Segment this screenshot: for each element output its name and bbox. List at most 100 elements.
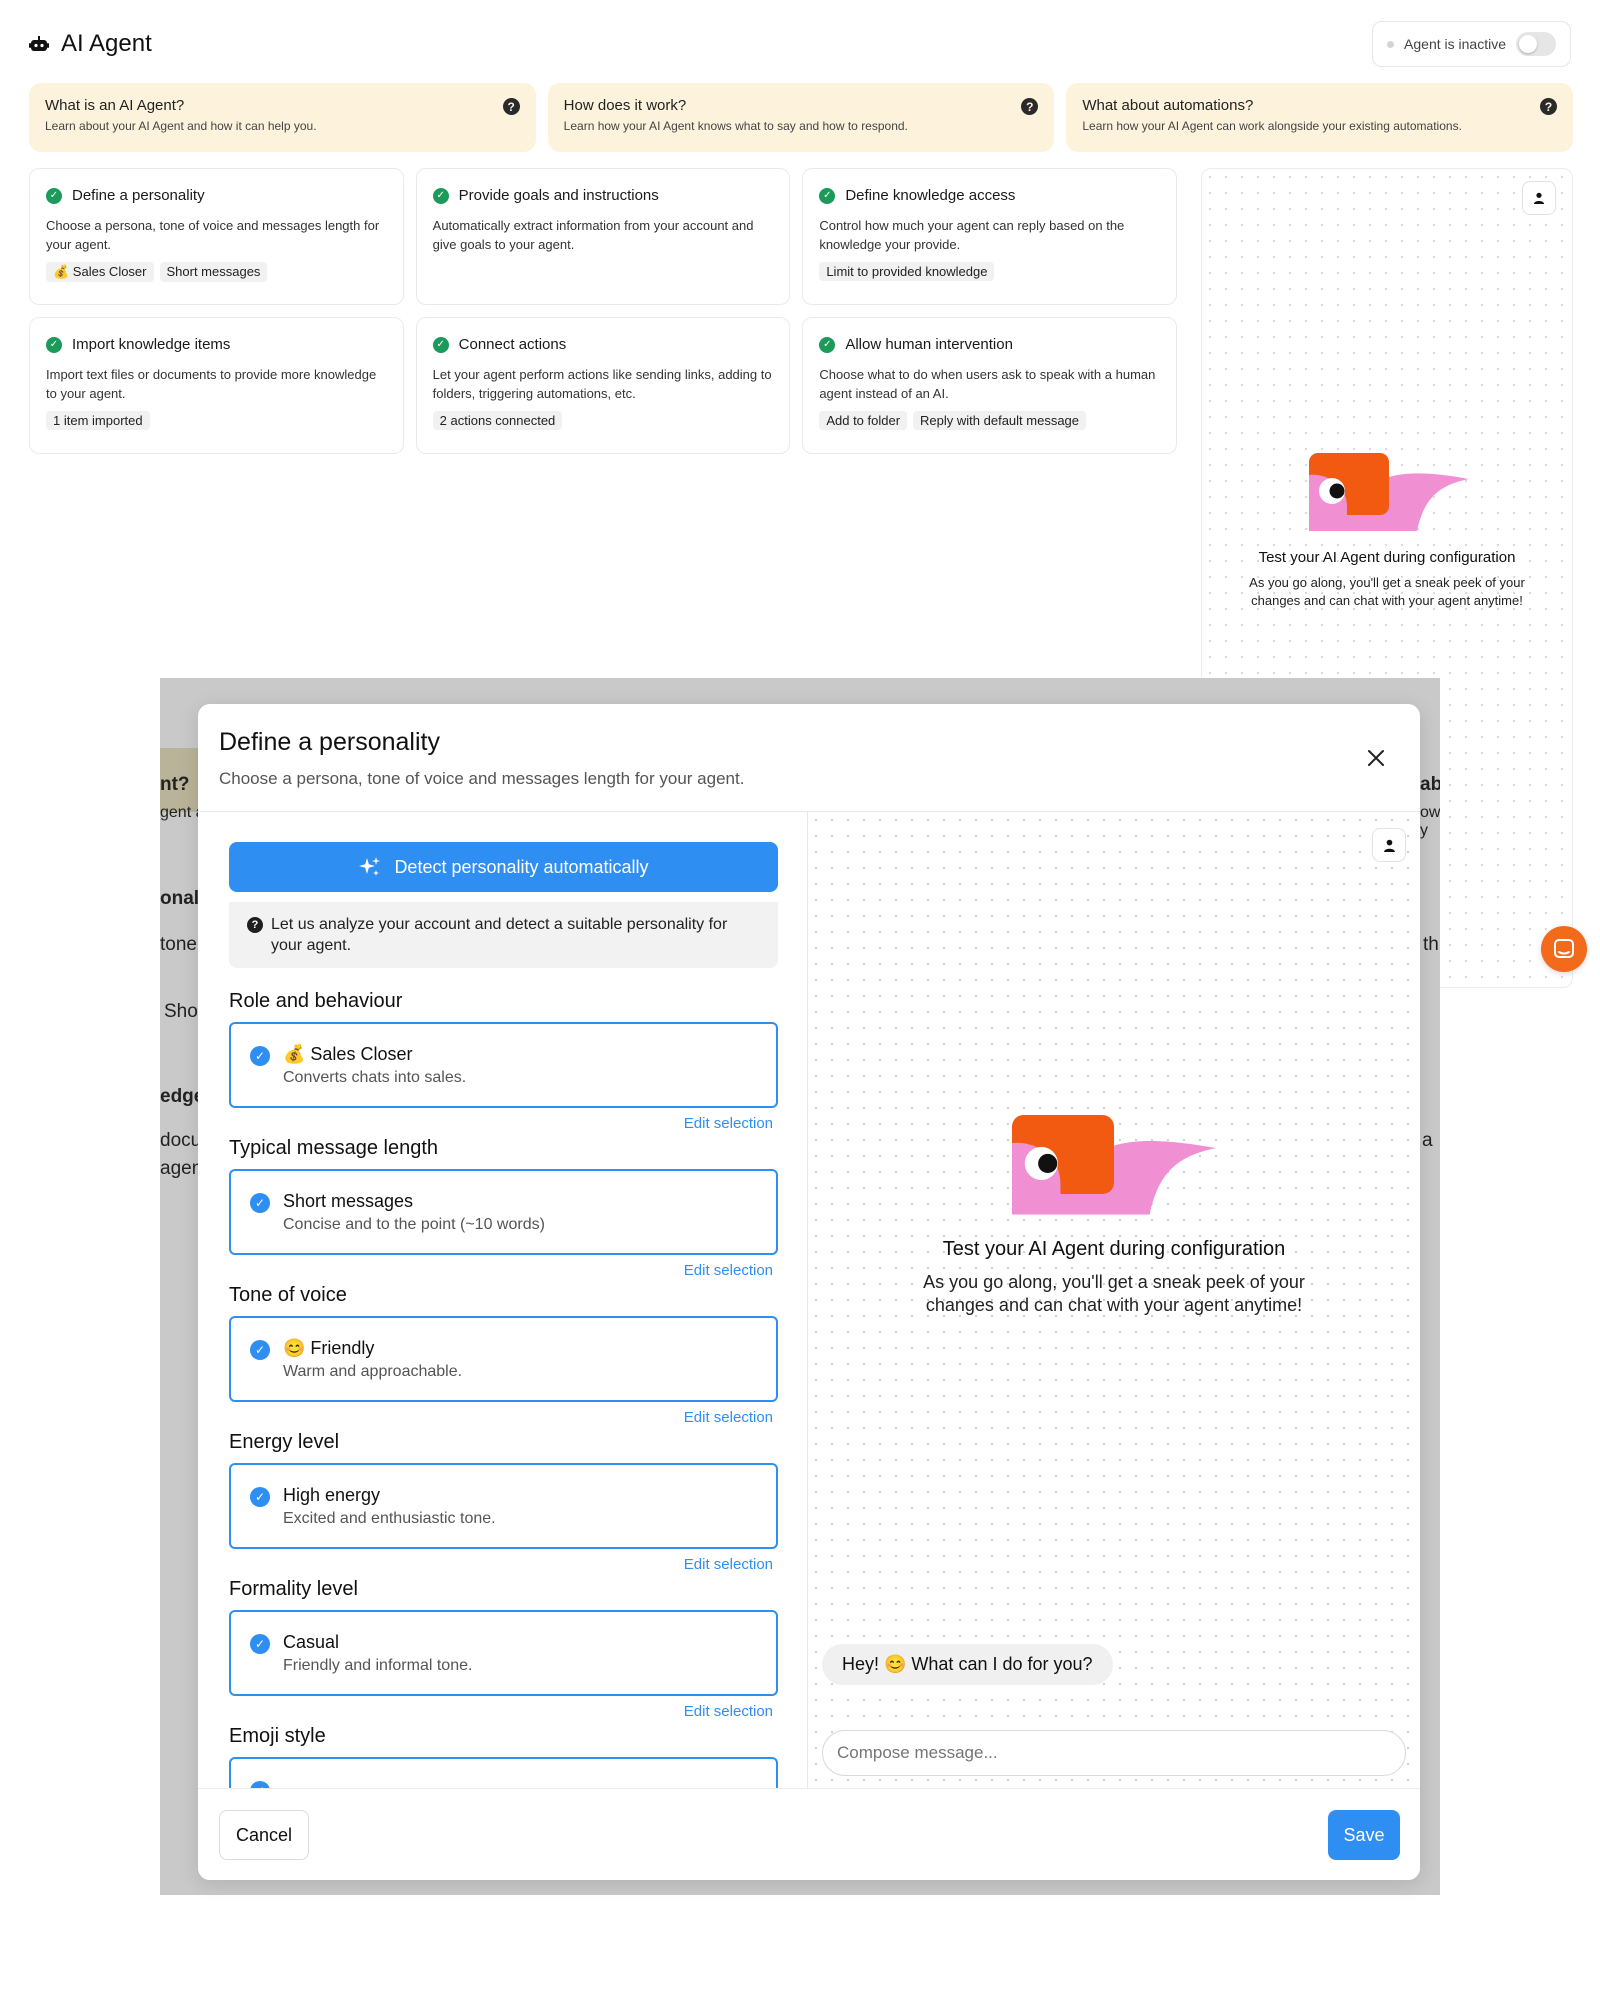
step-description: Import text files or documents to provid…	[46, 367, 377, 401]
selection-description: Concise and to the point (~10 words)	[283, 1216, 545, 1233]
sparkles-icon	[359, 857, 381, 876]
check-icon: ✓	[819, 187, 836, 204]
selection-formality[interactable]: ✓ Casual Friendly and informal tone.	[229, 1610, 778, 1696]
selection-role[interactable]: ✓ 💰 Sales Closer Converts chats into sal…	[229, 1022, 778, 1108]
modal-title: Define a personality	[219, 728, 440, 756]
edit-selection-link[interactable]: Edit selection	[229, 1556, 778, 1573]
info-card-subtitle: Learn how your AI Agent can work alongsi…	[1082, 119, 1462, 133]
chat-preview-title: Test your AI Agent during configuration	[942, 1238, 1286, 1260]
ghost-text: nt?	[160, 774, 190, 795]
app-header: AI Agent	[29, 30, 152, 58]
edit-selection-link[interactable]: Edit selection	[229, 1409, 778, 1426]
selection-name: 💰 Sales Closer	[283, 1044, 413, 1064]
detect-note-text: Let us analyze your account and detect a…	[271, 916, 728, 954]
user-persona-button[interactable]	[1522, 181, 1556, 215]
checkmark-icon: ✓	[250, 1487, 270, 1507]
step-tag: Short messages	[159, 262, 268, 282]
step-tag: 2 actions connected	[432, 411, 563, 430]
mascot-illustration	[1012, 1115, 1216, 1215]
status-dot	[1387, 40, 1395, 48]
ghost-text: onal	[160, 888, 200, 909]
step-tag: Limit to provided knowledge	[819, 262, 995, 281]
info-card-what-is[interactable]: What is an AI Agent? Learn about your AI…	[29, 83, 536, 152]
agent-active-toggle[interactable]	[1516, 32, 1556, 56]
selection-length[interactable]: ✓ Short messages Concise and to the poin…	[229, 1169, 778, 1255]
checkmark-icon: ✓	[250, 1340, 270, 1360]
agent-status: Agent is inactive	[1372, 21, 1571, 67]
person-icon	[1383, 839, 1395, 852]
check-icon: ✓	[432, 187, 449, 204]
detect-personality-button[interactable]: Detect personality automatically	[229, 842, 778, 892]
chat-preview-description: As you go along, you'll get a sneak peek…	[923, 1272, 1305, 1315]
close-icon[interactable]	[1364, 746, 1388, 770]
support-chat-button[interactable]	[1541, 926, 1587, 972]
checkmark-icon: ✓	[250, 1634, 270, 1654]
preview-title: Test your AI Agent during configuration	[1258, 549, 1516, 566]
step-tag: 💰 Sales Closer	[46, 262, 154, 282]
section-title-energy: Energy level	[229, 1431, 340, 1453]
selection-name: Casual	[283, 1632, 340, 1652]
section-title-formality: Formality level	[229, 1578, 358, 1600]
step-card-knowledge-access[interactable]: ✓ Define knowledge access Control how muc…	[802, 168, 1177, 305]
preview-empty-state: Test your AI Agent during configuration …	[1232, 549, 1542, 610]
robot-icon	[29, 36, 49, 51]
preview-description: As you go along, you'll get a sneak peek…	[1249, 575, 1525, 608]
step-description: Choose what to do when users ask to spea…	[819, 367, 1156, 401]
detect-button-label: Detect personality automatically	[394, 856, 649, 877]
info-card-how-it-works[interactable]: How does it work? Learn how your AI Agen…	[547, 83, 1055, 152]
info-card-automations[interactable]: What about automations? Learn how your A…	[1066, 83, 1574, 152]
ghost-text: abo	[1420, 774, 1440, 795]
info-card-title: What about automations?	[1082, 97, 1254, 114]
app-title: AI Agent	[61, 30, 152, 57]
step-title: Define a personality	[72, 187, 205, 204]
step-title: Connect actions	[458, 336, 567, 353]
step-card-import-knowledge[interactable]: ✓ Import knowledge items Import text file…	[29, 317, 404, 454]
step-card-human-intervention[interactable]: ✓ Allow human intervention Choose what to…	[802, 317, 1177, 454]
selection-emoji[interactable]: ✓	[229, 1757, 778, 1788]
info-card-title: How does it work?	[563, 97, 687, 114]
step-title: Provide goals and instructions	[458, 187, 659, 204]
help-icon: ?	[1540, 98, 1558, 115]
check-icon: ✓	[46, 336, 62, 353]
modal-footer: Cancel Save	[198, 1788, 1420, 1880]
ghost-text: docu	[160, 1130, 202, 1151]
selection-energy[interactable]: ✓ High energy Excited and enthusiastic t…	[229, 1463, 778, 1549]
compose-message-input[interactable]	[822, 1730, 1406, 1776]
info-card-title: What is an AI Agent?	[45, 97, 185, 114]
top-bar: AI Agent Agent is inactive	[29, 21, 1571, 67]
checkmark-icon: ✓	[250, 1193, 270, 1213]
save-button[interactable]: Save	[1328, 1810, 1400, 1860]
step-card-actions[interactable]: ✓ Connect actions Let your agent perform …	[415, 317, 791, 454]
modal-body: Detect personality automatically ? Let u…	[198, 812, 1420, 1788]
info-card-subtitle: Learn about your AI Agent and how it can…	[45, 119, 317, 133]
step-card-goals[interactable]: ✓ Provide goals and instructions Automati…	[415, 168, 791, 305]
step-title: Import knowledge items	[72, 336, 231, 353]
chat-empty-state: Test your AI Agent during configuration …	[908, 1238, 1320, 1317]
step-description: Choose a persona, tone of voice and mess…	[46, 218, 380, 252]
check-icon: ✓	[432, 336, 449, 353]
selection-name: Short messages	[283, 1191, 414, 1211]
selection-tone[interactable]: ✓ 😊 Friendly Warm and approachable.	[229, 1316, 778, 1402]
step-tag: Reply with default message	[913, 411, 1087, 430]
selection-name: High energy	[283, 1485, 381, 1505]
setup-steps: ✓ Define a personality Choose a persona, …	[29, 168, 1177, 454]
step-description: Control how much your agent can reply ba…	[819, 218, 1125, 252]
edit-selection-link[interactable]: Edit selection	[229, 1703, 778, 1720]
section-title-emoji: Emoji style	[229, 1725, 326, 1747]
step-card-personality[interactable]: ✓ Define a personality Choose a persona, …	[29, 168, 404, 305]
ghost-text: a	[1422, 1130, 1433, 1151]
section-title-tone: Tone of voice	[229, 1284, 347, 1306]
user-persona-button[interactable]	[1372, 828, 1406, 862]
selection-name: 😊 Friendly	[283, 1338, 375, 1358]
personality-form: Detect personality automatically ? Let u…	[198, 812, 808, 1788]
ghost-text: ow y	[1420, 804, 1440, 839]
edit-selection-link[interactable]: Edit selection	[229, 1262, 778, 1279]
chat-preview: Test your AI Agent during configuration …	[808, 812, 1420, 1788]
help-icon: ?	[502, 98, 520, 115]
info-cards: What is an AI Agent? Learn about your AI…	[29, 83, 1574, 152]
detect-note: ? Let us analyze your account and detect…	[229, 902, 778, 968]
cancel-button[interactable]: Cancel	[219, 1810, 309, 1860]
edit-selection-link[interactable]: Edit selection	[229, 1115, 778, 1132]
ghost-text: th	[1423, 934, 1439, 955]
step-title: Define knowledge access	[845, 187, 1016, 204]
